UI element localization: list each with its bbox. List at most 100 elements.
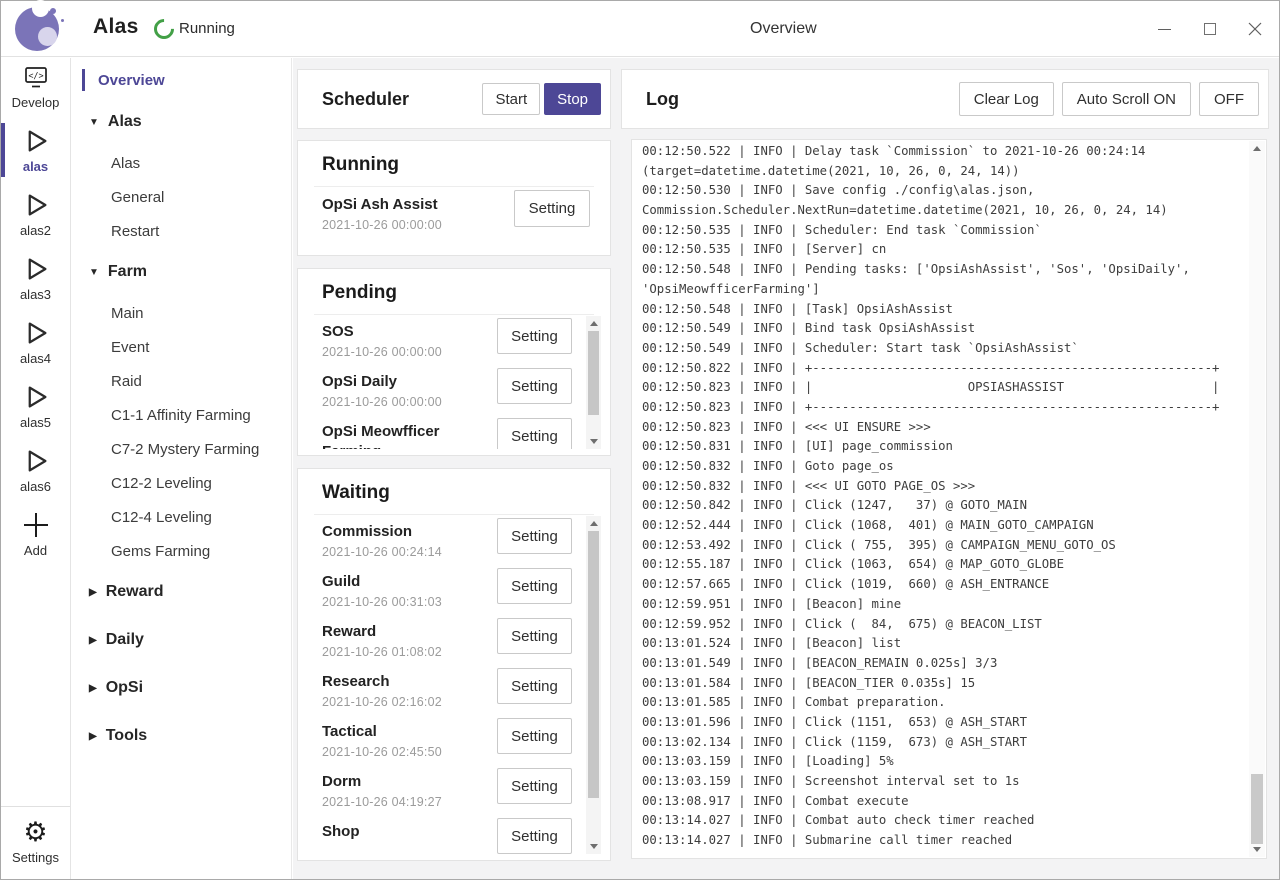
menu-item[interactable]: Main [71, 296, 291, 330]
rail-item-profile[interactable]: alas5 [1, 374, 70, 438]
menu-item[interactable]: C12-2 Leveling [71, 466, 291, 500]
menu-item[interactable]: C1-1 Affinity Farming [71, 398, 291, 432]
log-line: 00:13:02.134 | INFO | Click (1159, 673) … [642, 733, 1242, 753]
setting-button[interactable]: Setting [497, 568, 572, 604]
triangle-up-icon [590, 317, 598, 326]
task-next-run-time: 2021-10-26 00:31:03 [322, 593, 500, 611]
scroll-down-button[interactable] [1249, 843, 1265, 857]
setting-button[interactable]: Setting [497, 518, 572, 554]
setting-button[interactable]: Setting [497, 718, 572, 754]
log-line: 00:12:59.952 | INFO | Click ( 84, 675) @… [642, 615, 1242, 635]
waiting-scrollbar[interactable] [586, 516, 601, 854]
menu-item[interactable]: Alas [71, 98, 291, 146]
maximize-button[interactable] [1187, 1, 1232, 57]
pending-task-list: SOS 2021-10-26 00:00:00 Setting OpSi Dai… [298, 316, 610, 449]
stop-button[interactable]: Stop [544, 83, 601, 115]
scroll-down-button[interactable] [586, 840, 601, 854]
menu-item[interactable]: OpSi [71, 664, 291, 712]
menu-item[interactable]: C7-2 Mystery Farming [71, 432, 291, 466]
task-name: OpSi Meowfficer Farming [322, 422, 500, 449]
menu-item[interactable]: Reward [71, 568, 291, 616]
log-line: 00:12:53.492 | INFO | Click ( 755, 395) … [642, 536, 1242, 556]
menu-item[interactable]: Alas [71, 146, 291, 180]
autoscroll-off-button[interactable]: OFF [1199, 82, 1259, 116]
task-name: Shop [322, 822, 500, 842]
log-line: 00:12:50.823 | INFO | <<< UI ENSURE >>> [642, 418, 1242, 438]
menu-item-label: C12-4 Leveling [111, 509, 212, 526]
rail-item-profile[interactable]: alas3 [1, 246, 70, 310]
log-line: 00:12:50.832 | INFO | <<< UI GOTO PAGE_O… [642, 477, 1242, 497]
pending-scrollbar[interactable] [586, 316, 601, 449]
task-row: Guild 2021-10-26 00:31:03 Setting [298, 566, 610, 616]
close-button[interactable] [1232, 1, 1277, 57]
running-task-list: OpSi Ash Assist 2021-10-26 00:00:00 Sett… [298, 187, 610, 237]
scroll-down-button[interactable] [586, 435, 601, 449]
task-row: OpSi Daily 2021-10-26 00:00:00 Setting [298, 366, 610, 416]
scroll-thumb[interactable] [1251, 774, 1263, 844]
menu-item[interactable]: Daily [71, 616, 291, 664]
rail-item-label: Settings [12, 850, 59, 865]
menu-item[interactable]: Gems Farming [71, 534, 291, 568]
setting-button[interactable]: Setting [497, 318, 572, 354]
play-icon [21, 446, 51, 476]
minimize-button[interactable] [1142, 1, 1187, 57]
setting-button[interactable]: Setting [497, 768, 572, 804]
clear-log-button[interactable]: Clear Log [959, 82, 1054, 116]
autoscroll-on-button[interactable]: Auto Scroll ON [1062, 82, 1191, 116]
rail-item-profile[interactable]: alas [1, 118, 70, 182]
menu-item-label: Overview [98, 72, 165, 89]
log-line: 00:12:57.665 | INFO | Click (1019, 660) … [642, 575, 1242, 595]
menu-item[interactable]: Raid [71, 364, 291, 398]
setting-button[interactable]: Setting [497, 818, 572, 854]
content-area: Scheduler Start Stop Running OpSi Ash As… [293, 58, 1279, 879]
triangle-up-icon [590, 517, 598, 526]
log-line: 00:12:50.823 | INFO | +-----------------… [642, 398, 1242, 418]
setting-button[interactable]: Setting [514, 190, 590, 227]
close-icon [1248, 22, 1262, 36]
rail-item-profile[interactable]: alas2 [1, 182, 70, 246]
menu-item[interactable]: Overview [71, 62, 291, 98]
rail-item-develop[interactable]: </> Develop [1, 58, 70, 118]
task-name: Tactical [322, 722, 500, 742]
menu-item[interactable]: Event [71, 330, 291, 364]
scroll-thumb[interactable] [588, 331, 599, 415]
log-line: 00:13:03.159 | INFO | Screenshot interva… [642, 772, 1242, 792]
scroll-up-button[interactable] [1249, 141, 1265, 155]
gear-icon: ⚙ [23, 819, 47, 847]
log-line: 00:12:50.822 | INFO | +-----------------… [642, 359, 1242, 379]
menu-item[interactable]: Farm [71, 248, 291, 296]
scroll-up-button[interactable] [586, 316, 601, 330]
setting-button[interactable]: Setting [497, 668, 572, 704]
scroll-thumb[interactable] [588, 531, 599, 798]
start-button[interactable]: Start [482, 83, 540, 115]
play-icon [21, 254, 51, 284]
play-icon [21, 190, 51, 220]
rail-bottom: ⚙ Settings [1, 806, 70, 879]
menu-item[interactable]: Tools [71, 712, 291, 760]
minimize-icon [1158, 29, 1171, 30]
rail-item-profile[interactable]: alas4 [1, 310, 70, 374]
log-lines: 00:12:50.522 | INFO | Delay task `Commis… [642, 142, 1242, 851]
rail-item-add[interactable]: Add [1, 502, 70, 566]
rail-item-profile[interactable]: alas6 [1, 438, 70, 502]
task-row: Shop Setting [298, 816, 610, 854]
task-name: SOS [322, 322, 500, 342]
menu-item[interactable]: C12-4 Leveling [71, 500, 291, 534]
menu-item-label: C1-1 Affinity Farming [111, 407, 251, 424]
play-icon [21, 318, 51, 348]
setting-button[interactable]: Setting [497, 368, 572, 404]
divider [314, 314, 594, 315]
profile-rail: </> Develop alas alas2 [1, 58, 71, 879]
log-line: 00:12:50.842 | INFO | Click (1247, 37) @… [642, 496, 1242, 516]
scroll-up-button[interactable] [586, 516, 601, 530]
rail-item-settings[interactable]: ⚙ Settings [1, 811, 70, 873]
menu-item[interactable]: General [71, 180, 291, 214]
log-line: 00:12:55.187 | INFO | Click (1063, 654) … [642, 555, 1242, 575]
scheduler-panel: Scheduler Start Stop [297, 69, 611, 129]
log-line: 00:12:50.548 | INFO | [Task] OpsiAshAssi… [642, 300, 1242, 320]
menu-item[interactable]: Restart [71, 214, 291, 248]
task-next-run-time: 2021-10-26 04:19:27 [322, 793, 500, 811]
setting-button[interactable]: Setting [497, 618, 572, 654]
log-scrollbar[interactable] [1249, 141, 1265, 857]
setting-button[interactable]: Setting [497, 418, 572, 449]
